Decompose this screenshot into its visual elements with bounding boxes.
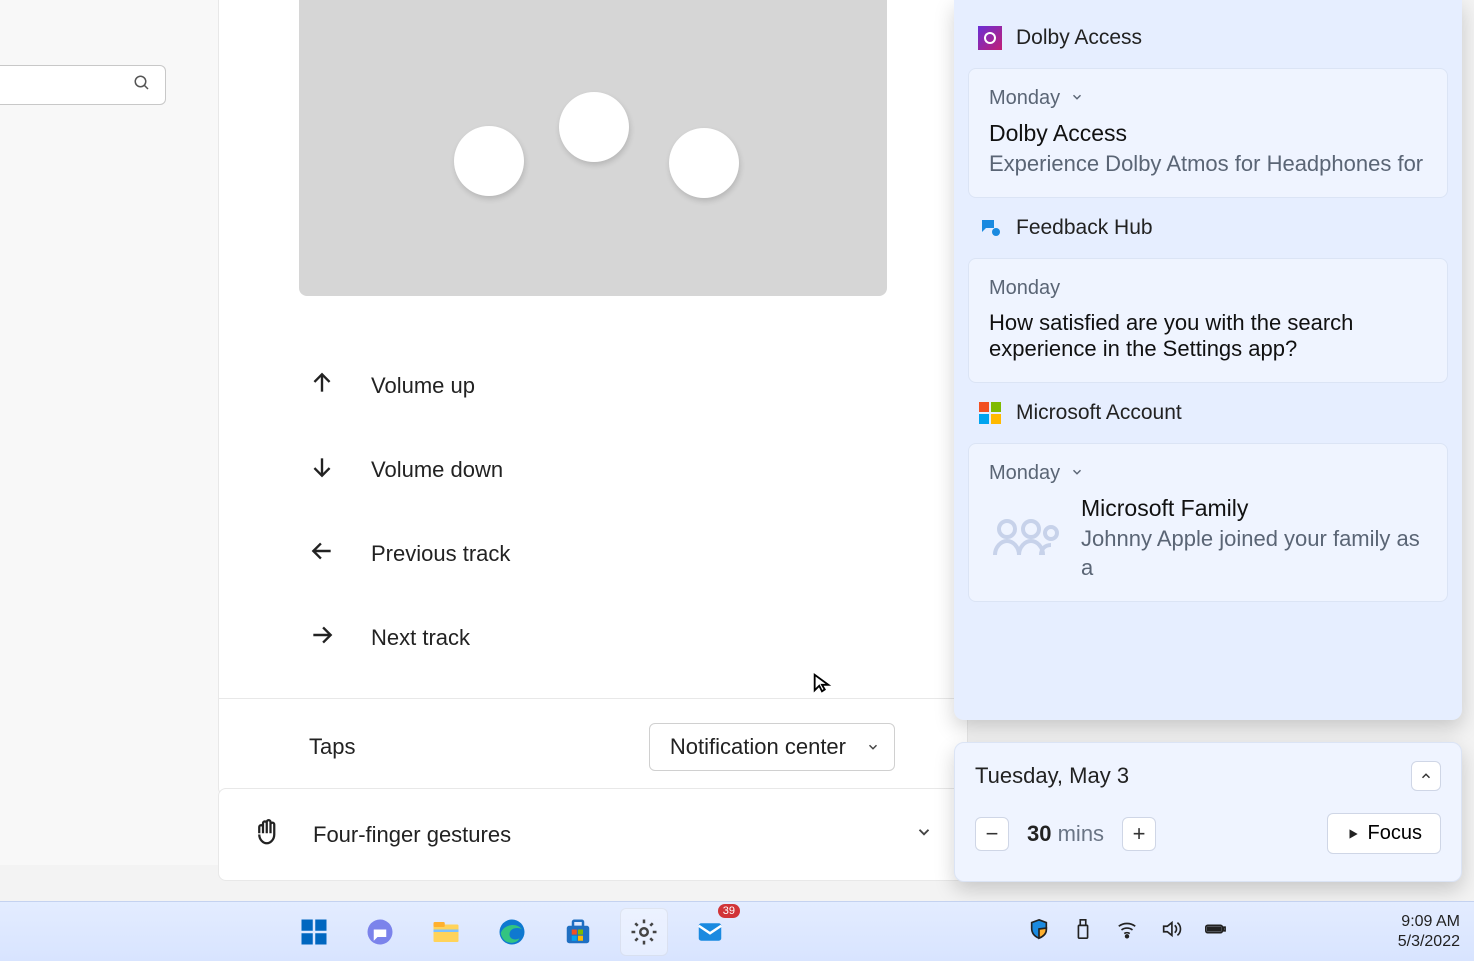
usb-icon[interactable]: [1072, 918, 1094, 945]
clock-time: 9:09 AM: [1398, 912, 1460, 932]
notification-time: Monday: [989, 462, 1060, 485]
clock-date: 5/3/2022: [1398, 932, 1460, 952]
volume-icon[interactable]: [1160, 918, 1182, 945]
settings-window: Volume up Volume down Previous track Nex…: [0, 0, 965, 865]
collapse-button[interactable]: [1411, 761, 1441, 791]
app-name: Dolby Access: [1016, 26, 1142, 50]
play-icon: [1346, 827, 1360, 841]
notification-card[interactable]: Monday How satisfied are you with the se…: [968, 258, 1448, 383]
focus-decrement-button[interactable]: −: [975, 817, 1009, 851]
gesture-label: Volume up: [371, 373, 475, 399]
notification-card[interactable]: Monday Dolby Access Experience Dolby Atm…: [968, 68, 1448, 198]
arrow-up-icon: [309, 370, 335, 402]
chevron-up-icon: [1419, 769, 1433, 783]
notification-body: Experience Dolby Atmos for Headphones fo…: [989, 149, 1427, 179]
taskbar-edge-icon[interactable]: [488, 908, 536, 956]
search-box[interactable]: [0, 65, 166, 105]
chevron-down-icon: [1070, 87, 1084, 110]
focus-duration: 30 mins: [1027, 821, 1104, 847]
arrow-left-icon: [309, 538, 335, 570]
arrow-right-icon: [309, 622, 335, 654]
touch-point-icon: [669, 128, 739, 198]
gesture-row-volume-up[interactable]: Volume up: [309, 344, 967, 428]
calendar-date[interactable]: Tuesday, May 3: [975, 763, 1129, 789]
app-name: Microsoft Account: [1016, 401, 1182, 425]
notification-app-header-dolby[interactable]: Dolby Access: [968, 22, 1448, 54]
notification-card[interactable]: Monday Microsoft Family Johnny Apple joi…: [968, 443, 1448, 602]
touch-point-icon: [454, 126, 524, 196]
security-icon[interactable]: [1028, 918, 1050, 945]
taskbar-clock[interactable]: 9:09 AM 5/3/2022: [1398, 912, 1460, 952]
taskbar: 39 9:09 AM 5/3/2022: [0, 901, 1474, 961]
notification-body: How satisfied are you with the search ex…: [989, 310, 1427, 362]
app-name: Feedback Hub: [1016, 216, 1153, 240]
wifi-icon[interactable]: [1116, 918, 1138, 945]
taskbar-store-icon[interactable]: [554, 908, 602, 956]
notification-time-row: Monday: [989, 277, 1427, 300]
arrow-down-icon: [309, 454, 335, 486]
three-finger-gestures-card: Volume up Volume down Previous track Nex…: [218, 0, 968, 796]
search-icon: [133, 74, 151, 97]
notification-time-row[interactable]: Monday: [989, 87, 1427, 110]
chevron-down-icon: [866, 734, 880, 760]
system-tray[interactable]: [1028, 918, 1226, 945]
mouse-cursor-icon: [811, 672, 833, 699]
notification-time: Monday: [989, 277, 1060, 300]
notification-time-row[interactable]: Monday: [989, 462, 1427, 485]
taps-label: Taps: [309, 734, 355, 760]
mail-badge: 39: [718, 904, 740, 918]
gesture-label: Volume down: [371, 457, 503, 483]
notification-title: Dolby Access: [989, 120, 1427, 147]
gesture-label: Next track: [371, 625, 470, 651]
taskbar-explorer-icon[interactable]: [422, 908, 470, 956]
family-icon: [989, 511, 1061, 566]
gesture-list: Volume up Volume down Previous track Nex…: [219, 296, 967, 698]
four-finger-label: Four-finger gestures: [313, 822, 885, 848]
gesture-label: Previous track: [371, 541, 510, 567]
microsoft-icon: [978, 401, 1002, 425]
calendar-focus-panel: Tuesday, May 3 − 30 mins + Focus: [954, 742, 1462, 882]
taskbar-settings-icon[interactable]: [620, 908, 668, 956]
start-button[interactable]: [290, 908, 338, 956]
notification-body: Johnny Apple joined your family as a: [1081, 524, 1427, 583]
notification-center: Dolby Access Monday Dolby Access Experie…: [954, 0, 1462, 720]
battery-icon[interactable]: [1204, 918, 1226, 945]
gesture-preview: [299, 0, 887, 296]
focus-button[interactable]: Focus: [1327, 813, 1441, 854]
hand-icon: [253, 817, 283, 852]
notification-app-header-feedback[interactable]: Feedback Hub: [968, 212, 1448, 244]
taps-dropdown[interactable]: Notification center: [649, 723, 895, 771]
chevron-down-icon: [1070, 462, 1084, 485]
chevron-down-icon: [915, 823, 933, 846]
taps-row: Taps Notification center: [219, 698, 967, 795]
taskbar-mail-icon[interactable]: 39: [686, 908, 734, 956]
four-finger-gestures-card[interactable]: Four-finger gestures: [218, 788, 968, 881]
notification-app-header-msaccount[interactable]: Microsoft Account: [968, 397, 1448, 429]
touch-point-icon: [559, 92, 629, 162]
dropdown-value: Notification center: [670, 734, 846, 760]
taskbar-chat-icon[interactable]: [356, 908, 404, 956]
feedback-hub-icon: [978, 216, 1002, 240]
gesture-row-next-track[interactable]: Next track: [309, 596, 967, 680]
notification-time: Monday: [989, 87, 1060, 110]
notification-title: Microsoft Family: [1081, 495, 1427, 522]
focus-increment-button[interactable]: +: [1122, 817, 1156, 851]
gesture-row-volume-down[interactable]: Volume down: [309, 428, 967, 512]
dolby-icon: [978, 26, 1002, 50]
gesture-row-previous-track[interactable]: Previous track: [309, 512, 967, 596]
